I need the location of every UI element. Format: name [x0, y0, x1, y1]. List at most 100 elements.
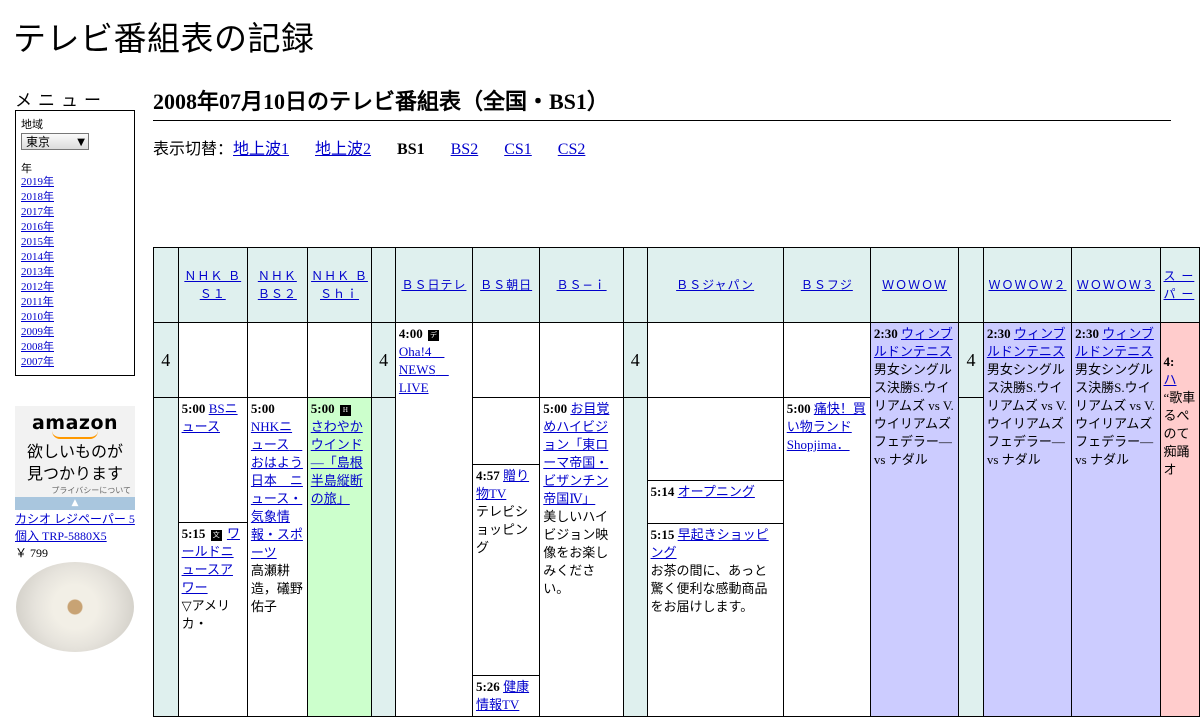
- channel-link-nhkbs2[interactable]: ＮＨＫ ＢＳ２: [258, 269, 297, 301]
- channel-link-wowow[interactable]: ＷＯＷＯＷ: [882, 278, 947, 292]
- hour-blank: [153, 397, 179, 717]
- region-label: 地域: [21, 118, 43, 131]
- program-time: 2:30: [986, 326, 1011, 341]
- program-description: ▽アメリカ・: [181, 598, 230, 631]
- program-cell: 4:00 デ Oha!4 NEWS LIVE: [394, 322, 473, 717]
- channel-header: ＷＯＷＯＷ: [869, 247, 960, 323]
- program-time: 2:30: [1075, 326, 1100, 341]
- region-select[interactable]: 東京 ▼: [21, 133, 89, 150]
- program-cell: 4: ハ “歌車るぺのて痴踊オ: [1159, 322, 1200, 717]
- program-cell: 5:00 お目覚めハイビジョン「東ローマ帝国・ビザンチン帝国Ⅳ」 美しいハイビジ…: [539, 397, 624, 717]
- channel-switcher: 表示切替：地上波1 地上波2 BS1 BS2 CS1 CS2: [153, 135, 607, 159]
- channel-header-row: ＮＨＫ ＢＳ１ ＮＨＫ ＢＳ２ ＮＨＫ ＢＳｈｉ ＢＳ日テレ ＢＳ朝日 ＢＳ−ｉ…: [153, 247, 1200, 323]
- channel-link-wowow3[interactable]: ＷＯＷＯＷ３: [1077, 278, 1155, 292]
- page-title: 2008年07月10日のテレビ番組表（全国・BS1）: [153, 84, 1171, 121]
- site-title: テレビ番組表の記録: [13, 19, 315, 58]
- tab-cs2[interactable]: CS2: [558, 141, 586, 158]
- channel-header: ＷＯＷＯＷ３: [1071, 247, 1161, 323]
- channel-link-bsjapan[interactable]: ＢＳジャパン: [676, 278, 754, 292]
- ad-message-line: 見つかります: [26, 464, 123, 483]
- program-time: 4:57: [475, 468, 500, 483]
- ad-scroll-up-icon[interactable]: ▲: [15, 497, 135, 510]
- program-description: 男女シングルス決勝S.ウイリアムズ vs V.ウイリアムズ フェデラー― vs …: [986, 362, 1067, 467]
- region-value: 東京: [26, 135, 51, 149]
- hour-header: [371, 247, 396, 323]
- channel-header: ＮＨＫ ＢＳ１: [177, 247, 248, 323]
- program-title-link[interactable]: NHKニュース おはよう日本 ニュース・気象情報・スポーツ: [251, 419, 303, 560]
- hour-header: [958, 247, 984, 323]
- program-time: 5:00: [543, 401, 568, 416]
- program-cell: 2:30 ウィンブルドンテニス 男女シングルス決勝S.ウイリアムズ vs V.ウ…: [869, 322, 960, 717]
- program-cell: 5:26 健康情報TV: [472, 675, 540, 716]
- program-time: 5:00: [250, 401, 275, 416]
- program-cell: 5:00 痛快！買い物ランド Shopjima．: [782, 397, 871, 717]
- program-description: 高瀬耕造，礒野佑子: [250, 563, 303, 614]
- hour-label: 4: [153, 322, 179, 398]
- year-link[interactable]: 2013年: [21, 265, 54, 280]
- program-time: 5:15: [650, 527, 675, 542]
- program-description: 男女シングルス決勝S.ウイリアムズ vs V.ウイリアムズ フェデラー― vs …: [873, 362, 954, 467]
- year-link[interactable]: 2018年: [21, 190, 54, 205]
- channel-link-bsasahi[interactable]: ＢＳ朝日: [480, 278, 532, 292]
- program-cell: 4:57 贈り物TV テレビショッピング: [472, 464, 540, 675]
- chevron-down-icon: ▼: [77, 137, 85, 148]
- channel-link-bsi[interactable]: ＢＳ−ｉ: [557, 278, 607, 292]
- program-cell: 5:14 オープニング 5:15 早起きショッピング お茶の間に、あっと驚く便利…: [646, 397, 784, 717]
- year-link[interactable]: 2017年: [21, 205, 54, 220]
- channel-link-nhkbs1[interactable]: ＮＨＫ ＢＳ１: [184, 269, 241, 301]
- tab-cs1[interactable]: CS1: [504, 141, 532, 158]
- year-link[interactable]: 2016年: [21, 220, 54, 235]
- program-time: 5:15: [181, 526, 206, 541]
- channel-link-wowow2[interactable]: ＷＯＷＯＷ２: [989, 278, 1067, 292]
- year-link[interactable]: 2015年: [21, 235, 54, 250]
- program-title-link[interactable]: さわやかウインド―「島根半島縦断の旅」: [311, 419, 363, 506]
- program-title-link[interactable]: オープニング: [678, 484, 755, 499]
- channel-header: ＮＨＫ ＢＳｈｉ: [306, 247, 373, 323]
- program-description: 男女シングルス決勝S.ウイリアムズ vs V.ウイリアムズ フェデラー― vs …: [1075, 362, 1156, 467]
- empty-slot: [539, 322, 624, 398]
- ad-product-link[interactable]: カシオ レジペーパー 5個入 TRP-5880X5: [15, 511, 140, 545]
- program-time: 5:00: [310, 401, 335, 416]
- hour-blank: [622, 397, 648, 717]
- empty-slot: [471, 322, 541, 398]
- year-link[interactable]: 2010年: [21, 310, 54, 325]
- ad-message: 欲しいものが 見つかります: [15, 441, 135, 485]
- tab-bs1-current: BS1: [397, 141, 425, 158]
- hour-header: [622, 247, 648, 323]
- empty-slot: [177, 322, 248, 398]
- product-image[interactable]: [16, 562, 134, 652]
- year-link[interactable]: 2012年: [21, 280, 54, 295]
- menu-heading: メニュー: [15, 91, 107, 111]
- program-description: “歌車るぺのて痴踊オ: [1163, 390, 1196, 477]
- channel-header: ＢＳジャパン: [646, 247, 784, 323]
- program-cell: 5:14 オープニング: [647, 480, 783, 523]
- program-time: 2:30: [873, 326, 898, 341]
- hd-broadcast-icon: H: [339, 404, 351, 416]
- tab-bs2[interactable]: BS2: [451, 141, 479, 158]
- program-title-link[interactable]: お目覚めハイビジョン「東ローマ帝国・ビザンチン帝国Ⅳ」: [543, 401, 609, 506]
- program-cell: 2:30 ウィンブルドンテニス 男女シングルス決勝S.ウイリアムズ vs V.ウ…: [982, 322, 1073, 717]
- channel-header: ＮＨＫ ＢＳ２: [246, 247, 308, 323]
- program-cell: 5:15 文 ワールドニュースアワー ▽アメリカ・: [178, 522, 247, 633]
- tab-terrestrial-2[interactable]: 地上波2: [315, 141, 371, 158]
- channel-link-bsfuji[interactable]: ＢＳフジ: [801, 278, 853, 292]
- hour-header: [153, 247, 179, 323]
- tab-terrestrial-1[interactable]: 地上波1: [233, 141, 289, 158]
- program-title-link[interactable]: ハ: [1164, 372, 1177, 387]
- channel-link-bsntv[interactable]: ＢＳ日テレ: [401, 278, 466, 292]
- year-link[interactable]: 2011年: [21, 295, 54, 310]
- channel-link-nhkbshi[interactable]: ＮＨＫ ＢＳｈｉ: [311, 269, 368, 301]
- program-title-link[interactable]: Oha!4 NEWS LIVE: [399, 344, 449, 395]
- empty-slot: [473, 398, 539, 464]
- year-link[interactable]: 2009年: [21, 325, 54, 340]
- amazon-ad-banner[interactable]: amazon 欲しいものが 見つかります プライバシーについて ▲: [15, 406, 135, 510]
- channel-link-partial[interactable]: ス ー パ ー: [1164, 269, 1195, 301]
- year-link[interactable]: 2008年: [21, 340, 54, 355]
- year-link[interactable]: 2019年: [21, 175, 54, 190]
- switch-label: 表示切替：: [153, 141, 234, 158]
- year-link[interactable]: 2014年: [21, 250, 54, 265]
- program-description: お茶の間に、あっと驚く便利な感動商品をお届けします。: [650, 563, 768, 614]
- program-description: テレビショッピング: [475, 504, 528, 555]
- ad-privacy-link[interactable]: プライバシーについて: [15, 485, 135, 496]
- year-link[interactable]: 2007年: [21, 355, 54, 370]
